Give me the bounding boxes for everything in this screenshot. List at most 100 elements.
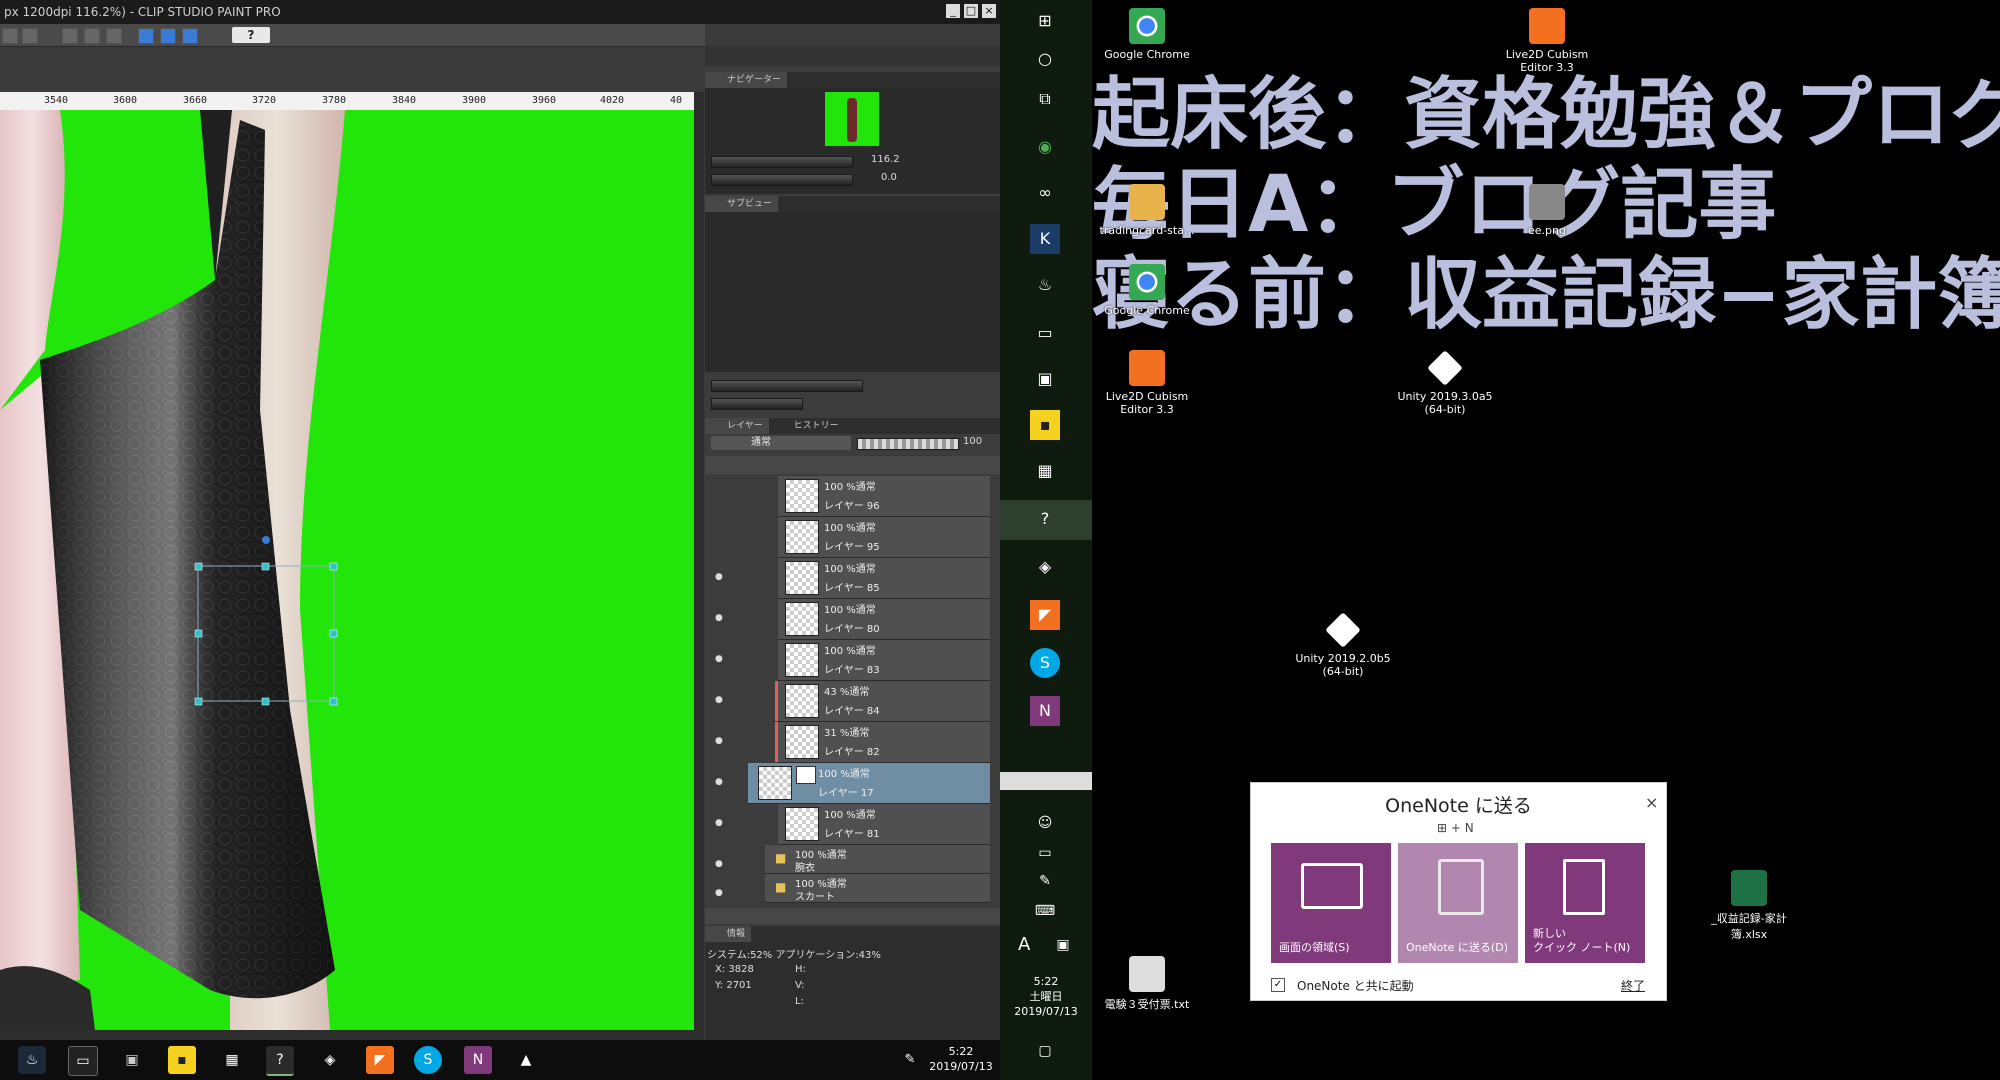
live2d-icon[interactable]: ◤: [1030, 600, 1060, 630]
task-view-icon[interactable]: ⧉: [1030, 84, 1060, 114]
info-tab[interactable]: 情報: [705, 926, 752, 942]
folder-row[interactable]: ■ 100 %通常 スカート: [765, 874, 990, 903]
layer-row[interactable]: 100 %通常 レイヤー 81: [778, 804, 990, 845]
send-to-onenote-tile[interactable]: OneNote に送る(D): [1398, 843, 1518, 963]
special-ruler-icon[interactable]: [160, 28, 176, 44]
folder-row[interactable]: ■ 100 %通常 腕衣: [765, 845, 990, 874]
clear-icon[interactable]: [62, 28, 78, 44]
desktop-icon-txt[interactable]: 電験３受付票.txt: [1092, 956, 1202, 1012]
maximize-button[interactable]: □: [964, 4, 978, 18]
history-tab[interactable]: ヒストリー: [772, 418, 845, 434]
close-button[interactable]: ×: [982, 4, 996, 18]
ruler-snap-icon[interactable]: [138, 28, 154, 44]
calendar-icon[interactable]: ▦: [218, 1046, 246, 1074]
taskbar-clock[interactable]: 5:22 2019/07/13: [926, 1044, 996, 1074]
desktop-icon-folder[interactable]: tradingcard-sta...: [1092, 184, 1202, 237]
desktop-icon-chrome-2[interactable]: Google Chrome: [1092, 264, 1202, 317]
desktop-icon-xlsx[interactable]: _収益記録-家計簿.xlsx: [1694, 870, 1804, 942]
fill-icon[interactable]: [84, 28, 100, 44]
vertical-scrollbar[interactable]: [694, 92, 704, 1030]
grid-snap-icon[interactable]: [182, 28, 198, 44]
layer-row[interactable]: 100 %通常 レイヤー 83: [778, 640, 990, 681]
help-button[interactable]: ?: [232, 27, 270, 43]
layer-row[interactable]: 31 %通常 レイヤー 82: [775, 722, 990, 763]
clip-studio-icon[interactable]: ?: [1030, 504, 1060, 534]
zoom-slider[interactable]: [711, 156, 853, 168]
layer-row[interactable]: 100 %通常 レイヤー 95: [778, 517, 990, 558]
onenote-icon[interactable]: N: [464, 1046, 492, 1074]
ime-indicator[interactable]: A: [1018, 934, 1030, 955]
photo-app-icon[interactable]: ▣: [1030, 364, 1060, 394]
subview-rotate-slider[interactable]: [711, 398, 803, 410]
desktop-icon-png[interactable]: ee.png: [1492, 184, 1602, 237]
drawing-canvas[interactable]: [0, 110, 694, 1030]
layer-row[interactable]: 100 %通常 レイヤー 85: [778, 558, 990, 599]
layer-row[interactable]: 100 %通常 レイヤー 96: [778, 476, 990, 517]
unity-icon[interactable]: ◈: [316, 1046, 344, 1074]
desktop-icon-live2d-2[interactable]: Live2D Cubism Editor 3.3: [1092, 350, 1202, 416]
sticky-notes-icon[interactable]: ▪: [1030, 410, 1060, 440]
visibility-eye-icon[interactable]: ●: [715, 572, 723, 582]
notification-icon[interactable]: ▢: [1030, 1036, 1060, 1066]
navigator-tab[interactable]: ナビゲーター: [705, 72, 788, 88]
visibility-eye-icon[interactable]: ●: [715, 818, 723, 828]
pen-icon[interactable]: ✎: [1030, 866, 1060, 896]
keyboard-icon[interactable]: ⌨: [1030, 896, 1060, 926]
quick-note-tile[interactable]: 新しい クイック ノート(N): [1525, 843, 1645, 963]
rotate-slider[interactable]: [711, 174, 853, 186]
onenote-icon[interactable]: N: [1030, 696, 1060, 726]
layer-row-selected[interactable]: 100 %通常 レイヤー 17: [748, 763, 990, 804]
visibility-eye-icon[interactable]: ●: [715, 613, 723, 623]
minimize-button[interactable]: _: [946, 4, 960, 18]
steam-icon[interactable]: ♨: [1030, 270, 1060, 300]
photos-icon[interactable]: ▲: [512, 1046, 540, 1074]
clip-studio-icon[interactable]: ?: [266, 1046, 294, 1076]
skype-icon[interactable]: S: [1030, 648, 1060, 678]
subview-tab[interactable]: サブビュー: [705, 196, 779, 212]
krita-icon[interactable]: K: [1030, 224, 1060, 254]
live2d-icon[interactable]: ◤: [366, 1046, 394, 1074]
terminal-icon[interactable]: ▭: [68, 1046, 98, 1076]
sticky-notes-icon[interactable]: ▪: [168, 1046, 196, 1074]
desktop-icon-chrome[interactable]: Google Chrome: [1092, 8, 1202, 61]
skype-icon[interactable]: S: [414, 1046, 442, 1074]
subview-zoom-slider[interactable]: [711, 380, 863, 392]
undo-icon[interactable]: [2, 28, 18, 44]
opacity-slider[interactable]: [857, 438, 959, 450]
people-icon[interactable]: ☺: [1030, 808, 1060, 838]
transform-icon[interactable]: [106, 28, 122, 44]
blend-mode-select[interactable]: 通常: [711, 436, 851, 450]
horizontal-scrollbar[interactable]: [0, 1030, 704, 1040]
visibility-eye-icon[interactable]: ●: [715, 695, 723, 705]
steam-icon[interactable]: ♨: [18, 1046, 46, 1074]
visibility-eye-icon[interactable]: ●: [715, 777, 723, 787]
desktop-icon-unity-2019-3[interactable]: Unity 2019.3.0a5 (64-bit): [1390, 350, 1500, 416]
layer-row[interactable]: 43 %通常 レイヤー 84: [775, 681, 990, 722]
photo-app-icon[interactable]: ▣: [118, 1046, 146, 1074]
onenote-exit-link[interactable]: 終了: [1621, 977, 1645, 994]
terminal-icon[interactable]: ▭: [1030, 318, 1060, 348]
redo-icon[interactable]: [22, 28, 38, 44]
ime-mode-icon[interactable]: ▣: [1048, 930, 1078, 960]
desktop-icon-unity-2019-2[interactable]: Unity 2019.2.0b5 (64-bit): [1288, 612, 1398, 678]
chrome-icon[interactable]: ◉: [1030, 132, 1060, 162]
calendar-icon[interactable]: ▦: [1030, 456, 1060, 486]
vtaskbar-clock[interactable]: 5:22 土曜日 2019/07/13: [1000, 974, 1092, 1019]
layer-tab[interactable]: レイヤー: [705, 418, 769, 434]
layer-row[interactable]: 100 %通常 レイヤー 80: [778, 599, 990, 640]
cortana-icon[interactable]: ○: [1030, 44, 1060, 74]
onenote-close-button[interactable]: ×: [1645, 793, 1658, 812]
visibility-eye-icon[interactable]: ●: [715, 888, 723, 898]
visibility-eye-icon[interactable]: ●: [715, 859, 723, 869]
unity-icon[interactable]: ◈: [1030, 552, 1060, 582]
visibility-eye-icon[interactable]: ●: [715, 736, 723, 746]
windows-start-icon[interactable]: ⊞: [1030, 6, 1060, 36]
visibility-eye-icon[interactable]: ●: [715, 654, 723, 664]
screen-clip-tile[interactable]: 画面の領域(S): [1271, 843, 1391, 963]
tray-scrollbar[interactable]: [1000, 772, 1092, 790]
battery-icon[interactable]: ▭: [1030, 838, 1060, 868]
launch-with-onenote-checkbox[interactable]: ✓: [1271, 978, 1285, 992]
pen-icon[interactable]: ✎: [900, 1046, 920, 1074]
creative-cloud-icon[interactable]: ∞: [1030, 178, 1060, 208]
layer-list[interactable]: 100 %通常 レイヤー 96 100 %通常 レイヤー 95 ● 100 %通常レ…: [705, 476, 1000, 908]
